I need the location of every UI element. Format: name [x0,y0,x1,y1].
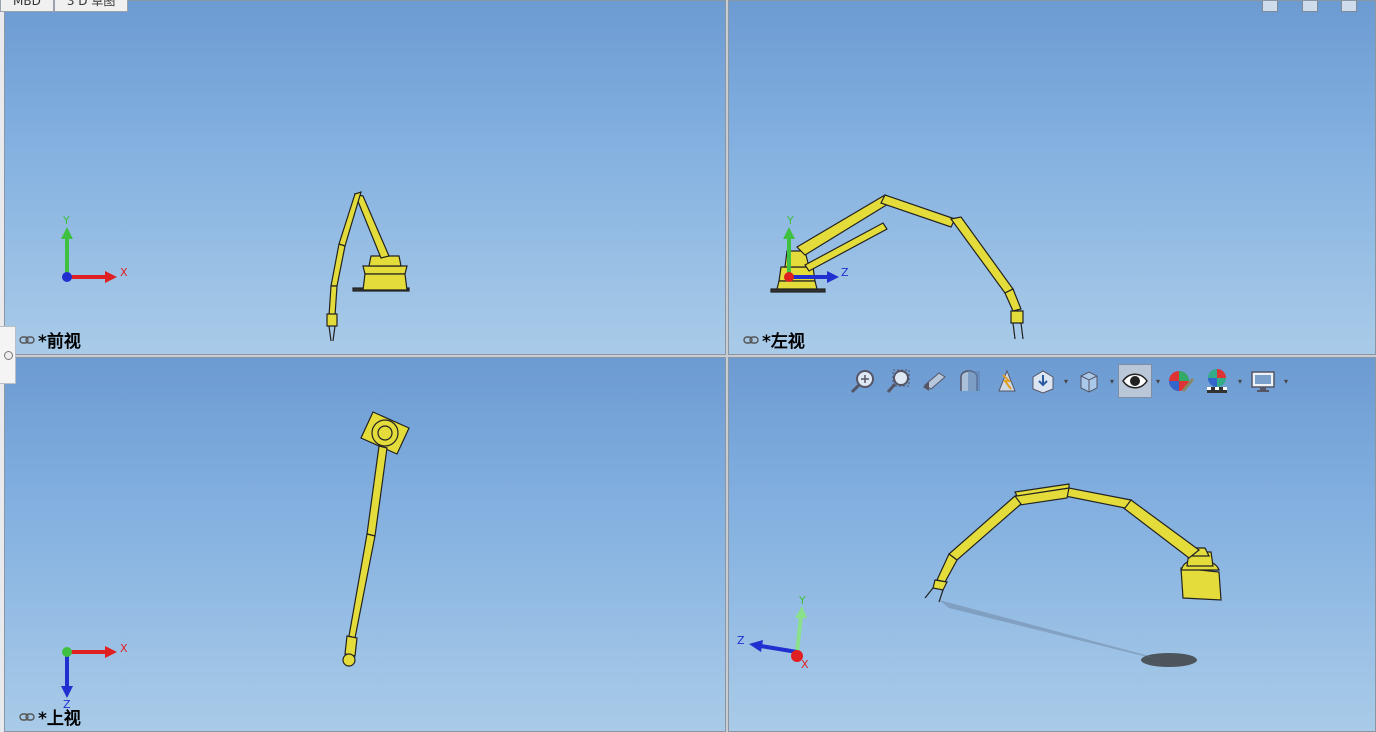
zoom-to-area-icon[interactable] [882,364,916,398]
triad-label-a: Y [786,214,794,227]
restore-view-icon[interactable] [1262,1,1278,12]
view-triad: Z X [61,642,128,710]
dynamic-annotation-icon[interactable] [990,364,1024,398]
viewport-title: *上视 [38,709,81,729]
view-triad: Y Z [783,214,849,283]
display-style-icon[interactable] [1072,364,1106,398]
tab-3d-sketch[interactable]: 3 D 草图 [53,0,129,12]
triad-label-b: Z [841,266,849,279]
view-settings-icon[interactable] [1246,364,1280,398]
view-triad: Y Z X [737,594,809,671]
edit-appearance-icon[interactable] [1164,364,1198,398]
view-triad: Y X [61,214,128,283]
viewport-label: *上视 [19,704,81,729]
chevron-down-icon[interactable]: ▾ [1062,364,1070,398]
robot-arm-model[interactable] [311,406,421,676]
apply-scene-icon[interactable] [1200,364,1234,398]
viewport-left[interactable]: Y Z *左视 [728,0,1376,355]
triad-label-b: X [120,642,128,655]
view-orientation-icon[interactable] [1026,364,1060,398]
triad-label-b: X [120,266,128,279]
triad-label-a: Y [798,594,806,607]
viewport-top[interactable]: Z X *上视 [4,357,726,732]
viewport-title: *前视 [38,332,81,352]
hide-show-items-icon[interactable] [1118,364,1152,398]
triad-label-b: Z [737,634,745,647]
triad-label-c: X [801,658,809,671]
link-icon [743,335,759,344]
viewport-front[interactable]: Y X *前视 [4,0,726,355]
heads-up-view-toolbar: ▾ ▾ ▾ ▾ ▾ [846,362,1290,400]
robot-arm-model[interactable] [315,186,425,351]
triad-label-a: Y [62,214,70,227]
close-view-icon[interactable] [1341,1,1357,12]
viewport-label: *左视 [743,327,805,352]
previous-view-icon[interactable] [918,364,952,398]
maximize-view-icon[interactable] [1302,1,1318,12]
viewport-label: *前视 [19,327,81,352]
link-icon [19,712,35,721]
robot-arm-model[interactable] [919,470,1239,670]
zoom-to-fit-icon[interactable] [846,364,880,398]
handle-dot-icon [4,351,13,360]
chevron-down-icon[interactable]: ▾ [1236,364,1244,398]
viewport-isometric[interactable]: Y Z X [728,357,1376,732]
chevron-down-icon[interactable]: ▾ [1154,364,1162,398]
viewport-title: *左视 [762,332,805,352]
tab-mbd[interactable]: MBD [0,0,54,12]
tab-bar: MBD 3 D 草图 [0,0,129,12]
section-view-icon[interactable] [954,364,988,398]
link-icon [19,335,35,344]
chevron-down-icon[interactable]: ▾ [1282,364,1290,398]
chevron-down-icon[interactable]: ▾ [1108,364,1116,398]
panel-collapse-handle[interactable] [0,326,16,384]
